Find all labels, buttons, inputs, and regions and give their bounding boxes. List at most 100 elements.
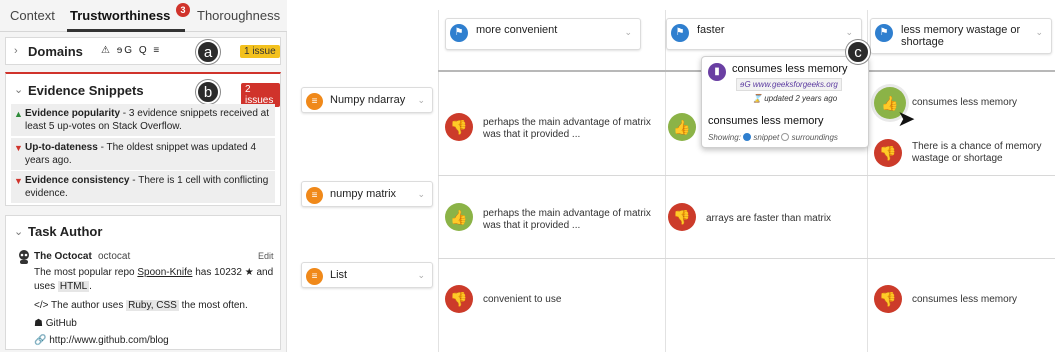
cell-snippet[interactable]: convenient to use — [483, 294, 561, 306]
thumbs-down-icon[interactable]: 👎 — [874, 139, 902, 167]
tooltip-snippet: consumes less memory — [708, 115, 824, 127]
thumbs-down-icon[interactable]: 👎 — [445, 113, 473, 141]
trust-panel: Context Trustworthiness 3 Thoroughness ›… — [0, 0, 287, 352]
edit-author-button[interactable]: Edit — [258, 251, 274, 261]
flag-icon: ⚑ — [450, 24, 468, 42]
tooltip-title: consumes less memory — [732, 63, 848, 75]
thumbs-down-icon[interactable]: 👎 — [668, 203, 696, 231]
tab-bar: Context Trustworthiness 3 Thoroughness — [0, 0, 287, 32]
cell-snippet[interactable]: perhaps the main advantage of matrix was… — [483, 117, 661, 141]
cell-snippet[interactable]: consumes less memory — [912, 97, 1017, 109]
arrow-down-icon: ▼ — [14, 176, 23, 186]
row-label: List — [330, 269, 348, 281]
flag-icon: ⚑ — [875, 24, 893, 42]
radio-surroundings-label[interactable]: surroundings — [792, 133, 838, 142]
author-handle: octocat — [98, 251, 131, 262]
chevron-down-icon[interactable]: ⌄ — [417, 95, 425, 106]
thumbs-up-icon[interactable]: 👍 — [668, 113, 696, 141]
snippet-tooltip: ▮ consumes less memory ɘG www.geeksforge… — [701, 56, 869, 148]
github-link[interactable]: GitHub — [46, 318, 77, 329]
showing-label: Showing: — [708, 133, 741, 142]
author-title: Task Author — [28, 224, 103, 239]
row-header-list[interactable]: ≡ List ⌄ — [301, 262, 433, 288]
radio-snippet-label[interactable]: snippet — [753, 133, 779, 142]
chevron-down-icon[interactable]: ⌄ — [845, 27, 853, 38]
geeksforgeeks-icon: ɘG — [740, 80, 751, 89]
blog-link[interactable]: http://www.github.com/blog — [49, 335, 169, 346]
task-author-card[interactable]: ⌄ Task Author The Octocat octocat Edit T… — [5, 215, 281, 350]
marker-c: c — [846, 40, 870, 64]
author-github-line[interactable]: ☗ GitHub — [34, 317, 77, 331]
languages-suffix: the most often. — [178, 300, 248, 311]
tab-trustworthiness[interactable]: Trustworthiness — [70, 8, 170, 23]
column-label: more convenient — [476, 24, 558, 36]
row-header-numpy-matrix[interactable]: ≡ numpy matrix ⌄ — [301, 181, 433, 207]
evidence-row-title: Evidence consistency — [25, 175, 130, 186]
arrow-down-icon: ▼ — [14, 143, 23, 153]
evidence-row-title: Up-to-dateness — [25, 142, 98, 153]
row-label: numpy matrix — [330, 188, 397, 200]
hourglass-icon: ⌛ — [752, 94, 762, 103]
marker-b: b — [196, 80, 220, 104]
active-tab-indicator — [67, 29, 185, 32]
column-header-faster[interactable]: ⚑ faster ⌄ — [666, 18, 862, 50]
row-label: Numpy ndarray — [330, 94, 406, 106]
cell-snippet[interactable]: consumes less memory — [912, 294, 1017, 306]
list-icon: ≡ — [306, 93, 323, 110]
column-header-more-convenient[interactable]: ⚑ more convenient ⌄ — [445, 18, 641, 50]
tab-badge: 3 — [176, 3, 190, 17]
radio-surroundings[interactable] — [781, 133, 790, 141]
author-languages-line: </> The author uses Ruby, CSS the most o… — [34, 299, 248, 313]
grid-divider — [665, 10, 666, 352]
thumbs-down-icon[interactable]: 👎 — [445, 285, 473, 313]
tab-context[interactable]: Context — [10, 8, 55, 23]
evidence-row-title: Evidence popularity — [25, 108, 121, 119]
row-header-numpy-ndarray[interactable]: ≡ Numpy ndarray ⌄ — [301, 87, 433, 113]
chevron-down-icon[interactable]: ⌄ — [417, 189, 425, 200]
grid-divider — [438, 175, 1055, 176]
comparison-grid: ⚑ more convenient ⌄ ⚑ faster ⌄ ⚑ less me… — [295, 0, 1055, 352]
domains-card[interactable]: › Domains ⚠ ɘG Q ≡ a 1 issue — [5, 37, 281, 65]
marker-a: a — [196, 40, 220, 64]
repo-suffix: has 10232 ★ and — [192, 267, 274, 278]
evidence-row: ▲ Evidence popularity - 3 evidence snipp… — [11, 104, 275, 136]
thumbs-up-icon[interactable]: 👍 — [445, 203, 473, 231]
github-icon: ☗ — [34, 318, 43, 329]
uses-language: HTML — [57, 281, 90, 292]
domain-source-icons: ⚠ ɘG Q ≡ — [101, 45, 162, 56]
source-site-url[interactable]: www.geeksforgeeks.org — [753, 80, 838, 89]
author-uses-line: uses HTML. — [34, 280, 92, 294]
showing-options: Showing: snippet surroundings — [708, 133, 838, 142]
column-header-less-memory[interactable]: ⚑ less memory wastage or shortage ⌄ — [870, 18, 1052, 54]
author-blog-line[interactable]: 🔗 http://www.github.com/blog — [34, 334, 169, 348]
updated-text: updated 2 years ago — [764, 94, 838, 103]
thumbs-down-icon[interactable]: 👎 — [874, 285, 902, 313]
list-icon: ≡ — [306, 187, 323, 204]
source-site-link[interactable]: ɘG www.geeksforgeeks.org — [736, 78, 842, 91]
chevron-down-icon[interactable]: ⌄ — [417, 270, 425, 281]
arrow-up-icon: ▲ — [14, 109, 23, 119]
flag-icon: ⚑ — [671, 24, 689, 42]
tab-thoroughness[interactable]: Thoroughness — [197, 8, 280, 23]
column-label: less memory wastage or shortage — [901, 24, 1021, 48]
chevron-down-icon[interactable]: ⌄ — [624, 27, 632, 38]
chevron-down-icon[interactable]: ⌄ — [14, 225, 23, 238]
octocat-avatar-icon — [17, 249, 31, 265]
domains-issue-badge: 1 issue — [240, 45, 280, 58]
radio-snippet[interactable] — [743, 133, 752, 141]
repo-prefix: The most popular repo — [34, 267, 138, 278]
evidence-row: ▼ Evidence consistency - There is 1 cell… — [11, 171, 275, 203]
evidence-card[interactable]: ⌄ Evidence Snippets b 2 issues ▲ Evidenc… — [5, 72, 281, 206]
domains-title: Domains — [28, 44, 83, 59]
mouse-cursor-icon: ➤ — [897, 106, 916, 131]
repo-link[interactable]: Spoon-Knife — [137, 267, 192, 278]
chevron-right-icon[interactable]: › — [14, 45, 18, 57]
chevron-down-icon[interactable]: ⌄ — [1035, 27, 1043, 38]
chevron-down-icon[interactable]: ⌄ — [14, 83, 23, 96]
cell-snippet[interactable]: perhaps the main advantage of matrix was… — [483, 208, 661, 232]
cell-snippet[interactable]: There is a chance of memory wastage or s… — [912, 141, 1048, 165]
evidence-title: Evidence Snippets — [28, 83, 144, 98]
grid-divider — [438, 10, 439, 352]
cell-snippet[interactable]: arrays are faster than matrix — [706, 213, 831, 225]
grid-divider — [438, 258, 1055, 259]
